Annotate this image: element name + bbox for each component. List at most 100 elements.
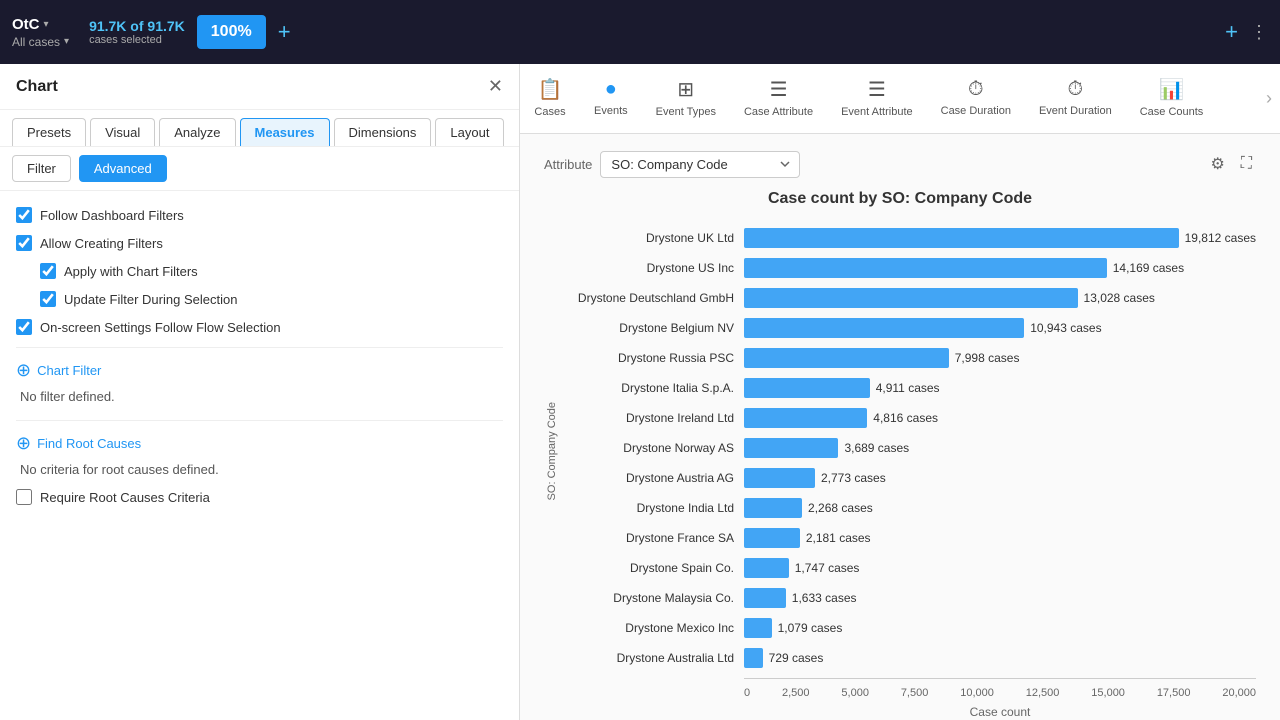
nav-case-counts[interactable]: 📊 Case Counts bbox=[1126, 64, 1218, 133]
subtab-advanced[interactable]: Advanced bbox=[79, 155, 167, 182]
x-tick: 17,500 bbox=[1157, 687, 1191, 699]
bar-fill bbox=[744, 558, 789, 578]
bar-wrapper: 13,028 cases bbox=[744, 288, 1256, 308]
allow-creating-filters-label: Allow Creating Filters bbox=[40, 236, 163, 251]
bar-fill bbox=[744, 438, 838, 458]
find-root-causes-add[interactable]: ⊕ Find Root Causes bbox=[16, 433, 141, 454]
bar-row: Drystone US Inc14,169 cases bbox=[564, 254, 1256, 282]
bar-label: Drystone Russia PSC bbox=[564, 351, 744, 365]
bar-fill bbox=[744, 468, 815, 488]
bar-value: 3,689 cases bbox=[844, 441, 909, 455]
follow-dashboard-filters-row: Follow Dashboard Filters bbox=[16, 207, 503, 223]
events-nav-label: Events bbox=[594, 105, 628, 117]
update-filter-row: Update Filter During Selection bbox=[40, 291, 503, 307]
event-types-icon: ⊞ bbox=[677, 77, 694, 102]
subtabs: Filter Advanced bbox=[0, 147, 519, 191]
content-area: 📋 Cases ● Events ⊞ Event Types ☰ Case At… bbox=[520, 64, 1280, 720]
close-button[interactable]: ✕ bbox=[488, 76, 503, 97]
onscreen-settings-checkbox[interactable] bbox=[16, 319, 32, 335]
divider-2 bbox=[16, 420, 503, 421]
nav-right-arrow[interactable]: › bbox=[1258, 64, 1280, 133]
nav-case-attribute[interactable]: ☰ Case Attribute bbox=[730, 64, 827, 133]
subtab-filter[interactable]: Filter bbox=[12, 155, 71, 182]
bar-value: 13,028 cases bbox=[1084, 291, 1155, 305]
nav-cases[interactable]: 📋 Cases bbox=[520, 64, 580, 133]
bar-fill bbox=[744, 528, 800, 548]
bar-row: Drystone Russia PSC 7,998 cases bbox=[564, 344, 1256, 372]
bar-label: Drystone Norway AS bbox=[564, 441, 744, 455]
bar-chart-wrapper: SO: Company Code Drystone UK Ltd19,812 c… bbox=[544, 224, 1256, 719]
bar-wrapper: 14,169 cases bbox=[744, 258, 1256, 278]
apply-chart-filters-row: Apply with Chart Filters bbox=[40, 263, 503, 279]
chart-filter-add[interactable]: ⊕ Chart Filter bbox=[16, 360, 101, 381]
bar-label: Drystone UK Ltd bbox=[564, 231, 744, 245]
global-add-button[interactable]: + bbox=[1225, 19, 1238, 45]
bar-value: 1,079 cases bbox=[778, 621, 843, 635]
follow-dashboard-filters-checkbox[interactable] bbox=[16, 207, 32, 223]
apply-chart-filters-checkbox[interactable] bbox=[40, 263, 56, 279]
bar-wrapper: 4,816 cases bbox=[744, 408, 1256, 428]
nav-events[interactable]: ● Events bbox=[580, 64, 642, 133]
nav-event-attribute[interactable]: ☰ Event Attribute bbox=[827, 64, 927, 133]
bar-label: Drystone Austria AG bbox=[564, 471, 744, 485]
no-filter-text: No filter defined. bbox=[20, 389, 503, 404]
bar-value: 14,169 cases bbox=[1113, 261, 1184, 275]
menu-button[interactable]: ⋮ bbox=[1250, 22, 1268, 43]
allow-creating-filters-checkbox[interactable] bbox=[16, 235, 32, 251]
bar-value: 7,998 cases bbox=[955, 351, 1020, 365]
percent-badge: 100% bbox=[197, 15, 266, 49]
bar-row: Drystone Belgium NV 10,943 cases bbox=[564, 314, 1256, 342]
bar-value: 4,911 cases bbox=[876, 381, 940, 395]
apply-chart-filters-label: Apply with Chart Filters bbox=[64, 264, 198, 279]
nav-case-duration[interactable]: ⏱ Case Duration bbox=[927, 64, 1025, 133]
nav-event-duration[interactable]: ⏱ Event Duration bbox=[1025, 64, 1126, 133]
attribute-select[interactable]: SO: Company Code bbox=[600, 151, 800, 178]
update-filter-checkbox[interactable] bbox=[40, 291, 56, 307]
tab-analyze[interactable]: Analyze bbox=[159, 118, 235, 146]
bar-wrapper: 2,268 cases bbox=[744, 498, 1256, 518]
onscreen-settings-row: On-screen Settings Follow Flow Selection bbox=[16, 319, 503, 335]
nav-event-types[interactable]: ⊞ Event Types bbox=[642, 64, 730, 133]
chart-filter-plus-icon: ⊕ bbox=[16, 360, 31, 381]
main-tabs: Presets Visual Analyze Measures Dimensio… bbox=[0, 110, 519, 147]
chart-icons: ⚙ ⛶ bbox=[1206, 150, 1256, 178]
bar-value: 19,812 cases bbox=[1185, 231, 1256, 245]
event-types-nav-label: Event Types bbox=[656, 106, 716, 118]
x-tick: 2,500 bbox=[782, 687, 810, 699]
bar-row: Drystone Ireland Ltd4,816 cases bbox=[564, 404, 1256, 432]
bar-row: Drystone UK Ltd 19,812 cases bbox=[564, 224, 1256, 252]
bar-value: 1,633 cases bbox=[792, 591, 857, 605]
bar-value: 10,943 cases bbox=[1030, 321, 1101, 335]
settings-icon[interactable]: ⚙ bbox=[1206, 150, 1228, 178]
tab-dimensions[interactable]: Dimensions bbox=[334, 118, 432, 146]
topbar: OtC ▾ All cases ▾ 91.7K of 91.7K cases s… bbox=[0, 0, 1280, 64]
bar-wrapper: 3,689 cases bbox=[744, 438, 1256, 458]
tab-layout[interactable]: Layout bbox=[435, 118, 504, 146]
x-tick: 15,000 bbox=[1091, 687, 1125, 699]
bar-fill bbox=[744, 258, 1107, 278]
bar-wrapper: 729 cases bbox=[744, 648, 1256, 668]
update-filter-label: Update Filter During Selection bbox=[64, 292, 237, 307]
tab-visual[interactable]: Visual bbox=[90, 118, 155, 146]
tab-measures[interactable]: Measures bbox=[240, 118, 330, 146]
bar-label: Drystone Italia S.p.A. bbox=[564, 381, 744, 395]
onscreen-settings-label: On-screen Settings Follow Flow Selection bbox=[40, 320, 281, 335]
find-root-causes-label: Find Root Causes bbox=[37, 436, 141, 451]
bar-wrapper: 1,747 cases bbox=[744, 558, 1256, 578]
require-root-causes-checkbox[interactable] bbox=[16, 489, 32, 505]
root-causes-plus-icon: ⊕ bbox=[16, 433, 31, 454]
process-selector[interactable]: OtC ▾ All cases ▾ bbox=[12, 16, 69, 49]
add-button[interactable]: + bbox=[278, 19, 291, 45]
no-criteria-text: No criteria for root causes defined. bbox=[20, 462, 503, 477]
bar-row: Drystone Spain Co.1,747 cases bbox=[564, 554, 1256, 582]
bar-wrapper: 2,773 cases bbox=[744, 468, 1256, 488]
main-layout: Chart ✕ Presets Visual Analyze Measures … bbox=[0, 64, 1280, 720]
tab-presets[interactable]: Presets bbox=[12, 118, 86, 146]
bar-label: Drystone Deutschland GmbH bbox=[564, 291, 744, 305]
cases-count: 91.7K of 91.7K bbox=[89, 18, 185, 34]
bar-label: Drystone Belgium NV bbox=[564, 321, 744, 335]
bar-row: Drystone Malaysia Co.1,633 cases bbox=[564, 584, 1256, 612]
chart-panel: Chart ✕ Presets Visual Analyze Measures … bbox=[0, 64, 520, 720]
fullscreen-icon[interactable]: ⛶ bbox=[1237, 150, 1256, 178]
x-tick: 20,000 bbox=[1222, 687, 1256, 699]
